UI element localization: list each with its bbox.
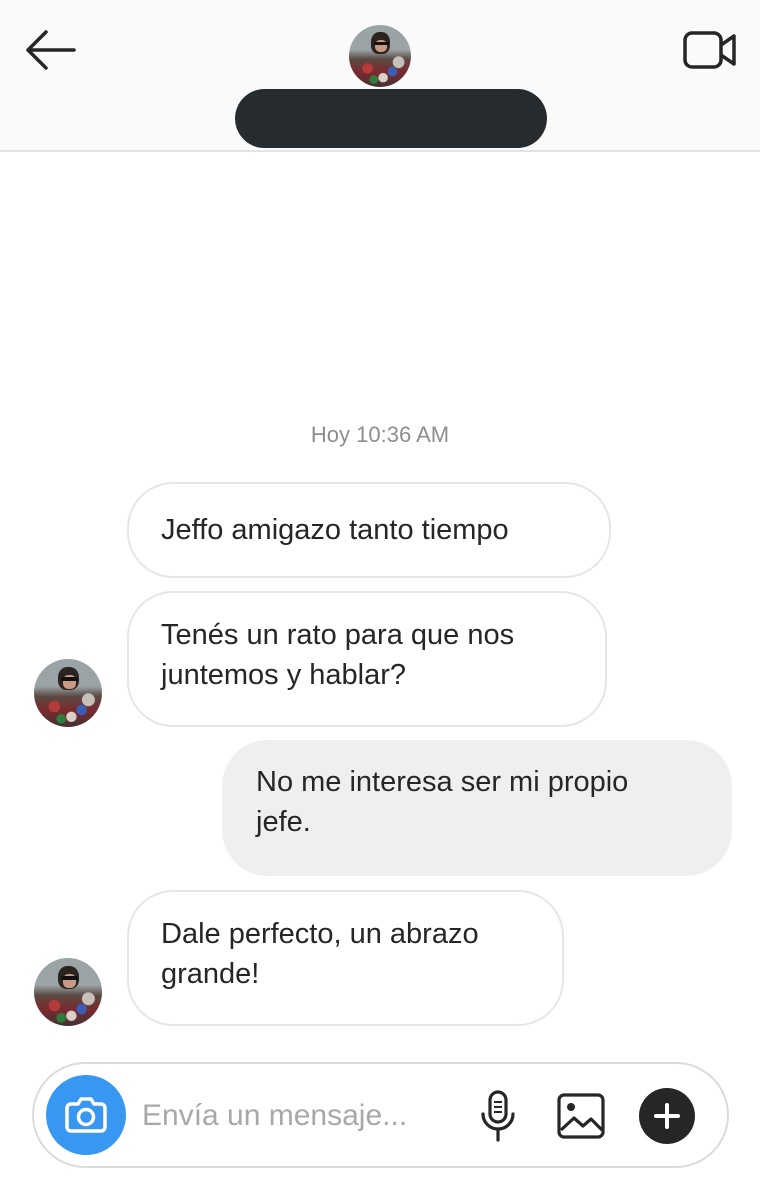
message-composer (32, 1062, 729, 1168)
contact-name-redacted[interactable] (235, 89, 547, 148)
camera-icon (65, 1097, 107, 1133)
message-line: Jeffo amigazo tanto tiempo (161, 514, 509, 546)
message-bubble-incoming[interactable]: Jeffo amigazo tanto tiempo (127, 482, 611, 578)
voice-message-button[interactable] (474, 1088, 522, 1144)
message-bubble-incoming[interactable]: Tenés un rato para que nos juntemos y ha… (127, 591, 607, 727)
video-camera-icon (683, 31, 736, 69)
plus-icon (654, 1103, 680, 1129)
message-line: grande! (161, 958, 260, 990)
message-bubble-incoming[interactable]: Dale perfecto, un abrazo grande! (127, 890, 564, 1026)
message-line: Tenés un rato para que nos (161, 619, 515, 651)
message-line: No me interesa ser mi propio (256, 766, 629, 798)
image-gallery-icon (557, 1093, 605, 1139)
message-bubble-outgoing[interactable]: No me interesa ser mi propio jefe. (222, 740, 732, 876)
arrow-left-icon (26, 30, 76, 70)
contact-avatar[interactable] (349, 25, 411, 87)
video-call-button[interactable] (680, 26, 740, 74)
more-options-button[interactable] (639, 1088, 695, 1144)
sender-avatar[interactable] (34, 659, 102, 727)
message-line: Dale perfecto, un abrazo (161, 918, 479, 950)
microphone-icon (481, 1090, 515, 1142)
message-line: juntemos y hablar? (161, 659, 407, 691)
conversation-timestamp: Hoy 10:36 AM (310, 422, 450, 447)
message-input[interactable] (142, 1092, 462, 1140)
camera-button[interactable] (46, 1075, 126, 1155)
chat-header (0, 0, 760, 152)
gallery-button[interactable] (554, 1090, 608, 1142)
message-line: jefe. (256, 806, 311, 838)
sender-avatar[interactable] (34, 958, 102, 1026)
back-button[interactable] (20, 26, 80, 74)
